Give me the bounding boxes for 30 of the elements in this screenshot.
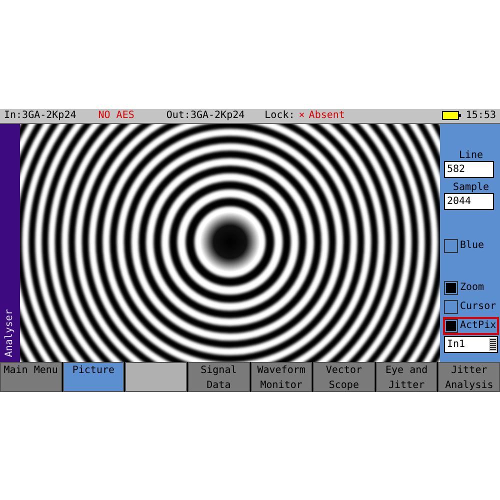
checkbox[interactable] xyxy=(444,318,458,332)
lock-status: Absent xyxy=(308,110,345,121)
value-field[interactable]: 2044 xyxy=(444,192,494,210)
menu-button[interactable]: Main Menu xyxy=(0,362,62,392)
menu-button[interactable]: Waveform Monitor xyxy=(250,362,312,392)
checkbox-label: ActPix xyxy=(460,320,496,331)
battery-icon xyxy=(442,111,462,120)
input-format: In:3GA-2Kp24 xyxy=(4,110,76,121)
checkbox-label: Blue xyxy=(460,240,484,251)
menu-button[interactable]: Signal Data xyxy=(188,362,250,392)
grip-icon xyxy=(489,338,497,350)
lock-label: Lock: xyxy=(264,110,295,121)
clock-time: 15:53 xyxy=(466,110,496,121)
lock-mark: × xyxy=(298,110,305,121)
menu-button[interactable]: Jitter Analysis xyxy=(438,362,500,392)
field-label: Sample xyxy=(452,182,490,192)
field-label: Line xyxy=(458,150,484,160)
checkbox-label: Zoom xyxy=(460,282,484,293)
value-field[interactable]: 582 xyxy=(444,160,494,178)
input-select[interactable]: In1 xyxy=(444,336,498,352)
audio-status: NO AES xyxy=(98,110,134,121)
mode-label: Analyser xyxy=(4,309,16,358)
menu-button[interactable]: Vector Scope xyxy=(313,362,375,392)
checkbox[interactable] xyxy=(444,280,458,294)
menu-button[interactable]: Eye and Jitter xyxy=(376,362,438,392)
checkbox-label: Cursor xyxy=(460,301,496,312)
checkbox[interactable] xyxy=(444,300,458,314)
menu-button[interactable]: Picture xyxy=(62,362,124,392)
output-format: Out:3GA-2Kp24 xyxy=(166,110,245,121)
checkbox[interactable] xyxy=(444,238,458,252)
